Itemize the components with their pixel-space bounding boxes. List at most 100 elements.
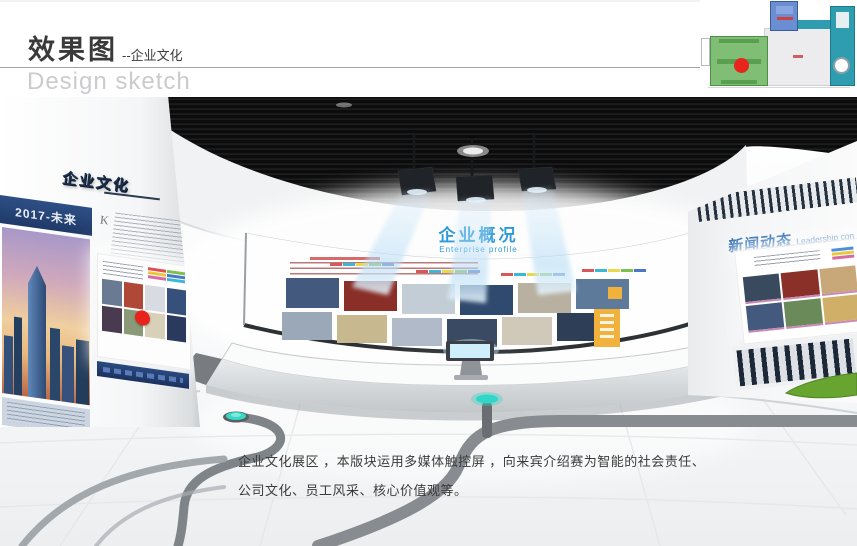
screen-title-block: 企业概况 Enterprise profile: [246, 221, 711, 254]
map-label-red: [777, 17, 793, 20]
photo-thumb: [784, 298, 823, 329]
page-title-english: Design sketch: [27, 68, 191, 96]
wall-text-initial: K: [99, 213, 109, 229]
minimap-corridor: [798, 20, 832, 29]
lightbox-text-lines: [103, 261, 143, 280]
screen-photo: [392, 318, 442, 346]
photo-grid: [743, 265, 857, 333]
location-marker-icon: [734, 58, 749, 73]
screen-photo: [286, 278, 339, 308]
minimap-room-detail: [776, 6, 793, 14]
color-stripe: [343, 263, 355, 266]
city-tower: [62, 345, 74, 403]
stripe-group: [831, 247, 854, 260]
news-photo-lightbox: [734, 238, 857, 345]
lightbox-text-lines: [754, 250, 821, 269]
screen-yellow-tag: [608, 287, 622, 299]
screen-photo: [447, 319, 497, 347]
color-stripe: [369, 263, 381, 266]
left-photo-lightbox: [97, 253, 191, 370]
left-wall-sign: 企业文化: [61, 167, 131, 196]
city-tower: [4, 335, 13, 394]
city-tower-main: [28, 265, 46, 400]
timeline-panel: 2017-未来: [0, 195, 92, 427]
page-title: 效果图: [28, 28, 118, 67]
photo-thumb: [746, 302, 785, 333]
color-stripe: [621, 269, 633, 272]
screen-title: 企业概况: [246, 221, 711, 246]
screen-photo: [402, 284, 455, 314]
photo-thumb: [124, 282, 144, 310]
screen-photo-row: [286, 277, 629, 307]
screen-subtitle: Enterprise profile: [246, 245, 711, 254]
photo-thumb: [145, 285, 165, 313]
photo-thumb: [743, 273, 782, 304]
color-stripe: [634, 269, 646, 272]
color-stripe: [501, 273, 513, 276]
color-stripe: [514, 273, 526, 276]
stripe-group: [501, 273, 567, 276]
photo-thumb: [167, 288, 187, 316]
photo-thumb: [819, 265, 857, 296]
color-stripe: [527, 273, 539, 276]
color-stripe: [330, 263, 342, 266]
color-stripe: [429, 270, 441, 273]
city-skyline-image: [2, 227, 90, 405]
page-subtitle: --企业文化: [122, 45, 183, 64]
photo-thumb: [102, 279, 122, 307]
caption-line-2: 公司文化、员工风采、核心价值观等。: [238, 476, 705, 505]
color-stripe: [356, 263, 368, 266]
minimap-room-detail: [721, 80, 757, 84]
minimap-room-detail: [836, 12, 849, 28]
minimap-room-blue: [770, 1, 798, 31]
strip-text-dashes: [103, 367, 183, 383]
screen-photo-row: [282, 311, 607, 339]
minimap-room-teal: [830, 6, 855, 86]
stripe-group: [582, 269, 648, 272]
color-stripe: [382, 263, 394, 266]
caption-line-1: 企业文化展区 ，本版块运用多媒体触控屏 ，向来宾介绍赛为智能的社会责任、: [238, 447, 705, 476]
stripe-group: [148, 267, 186, 283]
color-stripe: [468, 270, 480, 273]
photo-thumb: [102, 306, 122, 334]
minimap-baseline: [708, 87, 850, 88]
stripe-group: [330, 263, 396, 266]
screen-photo: [344, 281, 397, 311]
city-tower: [76, 339, 89, 405]
color-stripe: [582, 269, 594, 272]
stripe-group: [416, 270, 482, 273]
color-stripe: [595, 269, 607, 272]
screen-photo: [518, 283, 571, 313]
minimap-annex-room: [701, 38, 710, 66]
vertical-text-bars: [600, 314, 614, 342]
color-stripe: [540, 273, 552, 276]
minimap-room-detail: [719, 39, 759, 43]
photo-thumb: [167, 315, 187, 343]
left-wall: 企业文化 K 2017-未来: [0, 95, 200, 427]
screen-photo: [502, 317, 552, 345]
design-sketch-page: 企业概况 Enterprise profile 企业文化 K 2017-未来: [0, 0, 857, 546]
minimap-hall: [764, 28, 832, 86]
screen-yellow-panel: [594, 309, 620, 347]
photo-thumb: [822, 294, 857, 325]
floorplan-minimap: [700, 0, 857, 92]
color-stripe: [608, 269, 620, 272]
color-stripe: [553, 273, 565, 276]
color-stripe: [442, 270, 454, 273]
exhibit-caption: 企业文化展区 ，本版块运用多媒体触控屏 ，向来宾介绍赛为智能的社会责任、 公司文…: [238, 447, 705, 505]
timeline-banner-label: 2017-未来: [15, 203, 77, 229]
screen-photo: [337, 315, 387, 343]
city-tower: [50, 328, 60, 401]
exhibition-hall-render: 企业概况 Enterprise profile 企业文化 K 2017-未来: [0, 95, 857, 546]
main-screen-content: 企业概况 Enterprise profile: [246, 215, 711, 360]
photo-thumb: [781, 269, 820, 300]
screen-photo: [282, 312, 332, 340]
map-label-red: [793, 55, 803, 58]
left-wall-sign-subtext-bar: [104, 192, 160, 201]
minimap-round-feature: [833, 57, 850, 74]
screen-heading-bar: [310, 257, 380, 260]
color-stripe: [455, 270, 467, 273]
color-stripe: [416, 270, 428, 273]
path-node-light: [223, 412, 249, 423]
city-tower: [14, 317, 22, 396]
